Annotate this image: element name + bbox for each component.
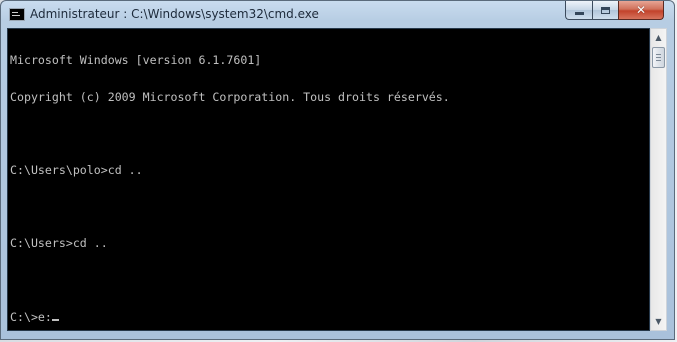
console-output[interactable]: Microsoft Windows [version 6.1.7601] Cop…	[7, 28, 650, 331]
console-line: C:\Users>cd ..	[10, 236, 108, 251]
thumb-grip	[656, 60, 661, 61]
console-icon[interactable]	[9, 8, 25, 21]
window-title: Administrateur : C:\Windows\system32\cmd…	[30, 7, 319, 21]
text-cursor	[51, 318, 59, 321]
scroll-up-icon[interactable]: ▲	[651, 29, 666, 46]
minimize-icon	[574, 11, 584, 15]
console-line: C:\Users\polo>cd ..	[10, 163, 143, 178]
close-button[interactable]: ✕	[618, 1, 664, 20]
thumb-grip	[656, 54, 661, 55]
console-line: Microsoft Windows [version 6.1.7601]	[10, 53, 262, 68]
scroll-thumb[interactable]	[652, 47, 665, 68]
maximize-button[interactable]	[592, 1, 618, 20]
thumb-grip	[656, 57, 661, 58]
minimize-button[interactable]	[565, 1, 592, 20]
cmd-window: Administrateur : C:\Windows\system32\cmd…	[0, 0, 675, 340]
caption-buttons: ✕	[565, 1, 664, 21]
console-lines: Microsoft Windows [version 6.1.7601] Cop…	[10, 30, 450, 330]
prompt-text: C:\>e:	[10, 309, 52, 324]
console-line: Copyright (c) 2009 Microsoft Corporation…	[10, 90, 450, 104]
vertical-scrollbar[interactable]: ▲ ▼	[650, 28, 667, 331]
title-bar[interactable]: Administrateur : C:\Windows\system32\cmd…	[1, 1, 674, 29]
console-prompt-line: C:\>e:	[10, 309, 450, 324]
close-icon: ✕	[635, 3, 647, 17]
maximize-icon	[601, 6, 610, 14]
scroll-down-icon[interactable]: ▼	[651, 313, 666, 330]
